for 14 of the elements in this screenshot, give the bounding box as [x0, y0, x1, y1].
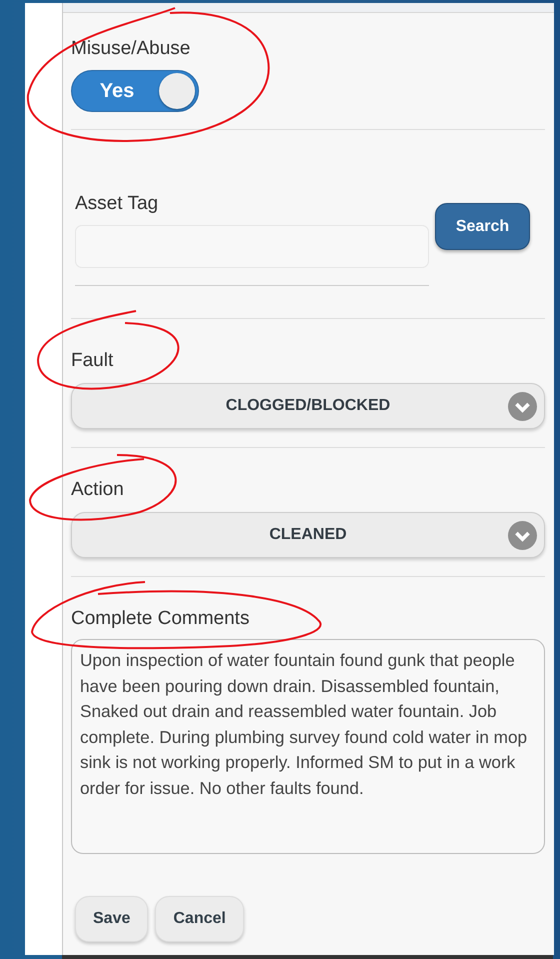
dropdown[interactable]: CLOGGED/BLOCKED: [71, 383, 545, 429]
form-button[interactable]: Save: [75, 896, 148, 942]
search-button[interactable]: Search: [435, 203, 530, 250]
chevron-down-icon: [508, 392, 537, 421]
field-label: Complete Comments: [71, 608, 250, 630]
chevron-down-icon: [508, 521, 537, 550]
field-label: Action: [71, 479, 125, 501]
text-area[interactable]: Upon inspection of water fountain found gunk that people have been pouring down drain. Disassembled fountain, Snaked out drain and reassembled water fountain. Job complete. During plumbing survey found cold water in mop sink is not working properly. Informed SM to put in a work order for issue. No other faults found.: [71, 639, 545, 854]
dropdown[interactable]: CLEANED: [71, 512, 545, 558]
field-label: Fault: [71, 350, 114, 372]
toggle-switch[interactable]: Yes: [71, 70, 199, 112]
field-label: Asset Tag: [75, 193, 160, 215]
form-button[interactable]: Cancel: [155, 896, 244, 942]
field-label: Misuse/Abuse: [71, 38, 192, 60]
